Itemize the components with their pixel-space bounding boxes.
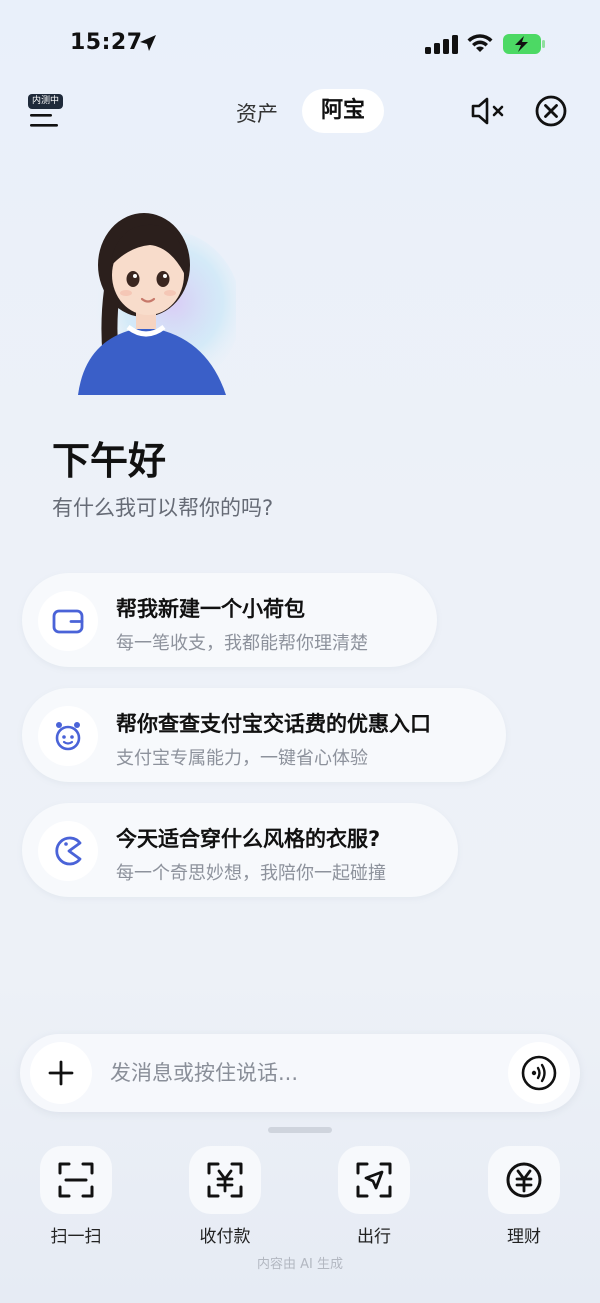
status-bar: 15:27 <box>0 0 600 90</box>
dock-icon-container <box>40 1146 112 1214</box>
cellular-signal-icon <box>425 35 458 54</box>
greeting-subtitle: 有什么我可以帮你的吗? <box>52 496 274 520</box>
dock-label: 出行 <box>357 1227 391 1247</box>
beta-badge: 内测中 <box>28 94 64 109</box>
drawer-handle[interactable] <box>268 1127 332 1133</box>
dock-item-payment[interactable]: 收付款 <box>180 1146 270 1247</box>
travel-icon <box>356 1162 392 1198</box>
dock-icon-container <box>338 1146 410 1214</box>
suggestion-card-wallet[interactable]: 帮我新建一个小荷包 每一笔收支，我都能帮你理清楚 <box>22 573 437 667</box>
ai-generated-note: 内容由 AI 生成 <box>257 1257 343 1272</box>
menu-button[interactable]: 内测中 <box>28 94 68 132</box>
status-time: 15:27 <box>70 30 143 55</box>
finance-icon <box>506 1162 542 1198</box>
top-navigation-bar: 内测中 资产 阿宝 <box>0 86 600 136</box>
tab-abao[interactable]: 阿宝 <box>302 89 384 133</box>
suggestion-title: 帮我新建一个小荷包 <box>116 597 305 621</box>
suggestion-subtitle: 支付宝专属能力，一键省心体验 <box>116 748 368 769</box>
payment-icon <box>207 1162 243 1198</box>
suggestion-title: 帮你查查支付宝交话费的优惠入口 <box>116 712 431 736</box>
menu-icon <box>30 114 58 127</box>
close-icon[interactable] <box>534 94 568 128</box>
suggestion-icon-container <box>38 591 98 651</box>
greeting-title: 下午好 <box>52 439 167 483</box>
suggestion-title: 今天适合穿什么风格的衣服? <box>116 827 381 851</box>
dock-label: 扫一扫 <box>50 1227 102 1247</box>
tab-assets[interactable]: 资产 <box>236 98 278 128</box>
dock-icon-container <box>488 1146 560 1214</box>
wifi-icon <box>467 34 493 52</box>
suggestion-subtitle: 每一笔收支，我都能帮你理清楚 <box>116 633 368 654</box>
battery-charging-icon <box>503 34 545 54</box>
assistant-avatar <box>78 213 236 395</box>
suggestion-card-phone-bill[interactable]: 帮你查查支付宝交话费的优惠入口 支付宝专属能力，一键省心体验 <box>22 688 506 782</box>
robot-icon <box>55 722 81 751</box>
suggestion-icon-container <box>38 706 98 766</box>
wallet-icon <box>52 609 84 634</box>
dock-item-travel[interactable]: 出行 <box>329 1146 419 1247</box>
scan-icon <box>58 1162 94 1198</box>
dock-label: 收付款 <box>199 1227 251 1247</box>
suggestion-subtitle: 每一个奇思妙想，我陪你一起碰撞 <box>116 863 386 884</box>
speaker-muted-icon[interactable] <box>470 96 506 126</box>
message-composer <box>20 1034 580 1112</box>
pacman-icon <box>55 836 82 866</box>
plus-icon <box>48 1060 74 1086</box>
add-attachment-button[interactable] <box>30 1042 92 1104</box>
location-arrow-icon <box>140 35 156 51</box>
dock-icon-container <box>189 1146 261 1214</box>
voice-input-button[interactable] <box>508 1042 570 1104</box>
suggestion-card-outfit[interactable]: 今天适合穿什么风格的衣服? 每一个奇思妙想，我陪你一起碰撞 <box>22 803 458 897</box>
message-input[interactable] <box>110 1054 490 1092</box>
dock-label: 理财 <box>507 1227 541 1247</box>
voice-wave-icon <box>521 1055 557 1091</box>
dock-item-finance[interactable]: 理财 <box>479 1146 569 1247</box>
suggestion-icon-container <box>38 821 98 881</box>
dock-item-scan[interactable]: 扫一扫 <box>31 1146 121 1247</box>
